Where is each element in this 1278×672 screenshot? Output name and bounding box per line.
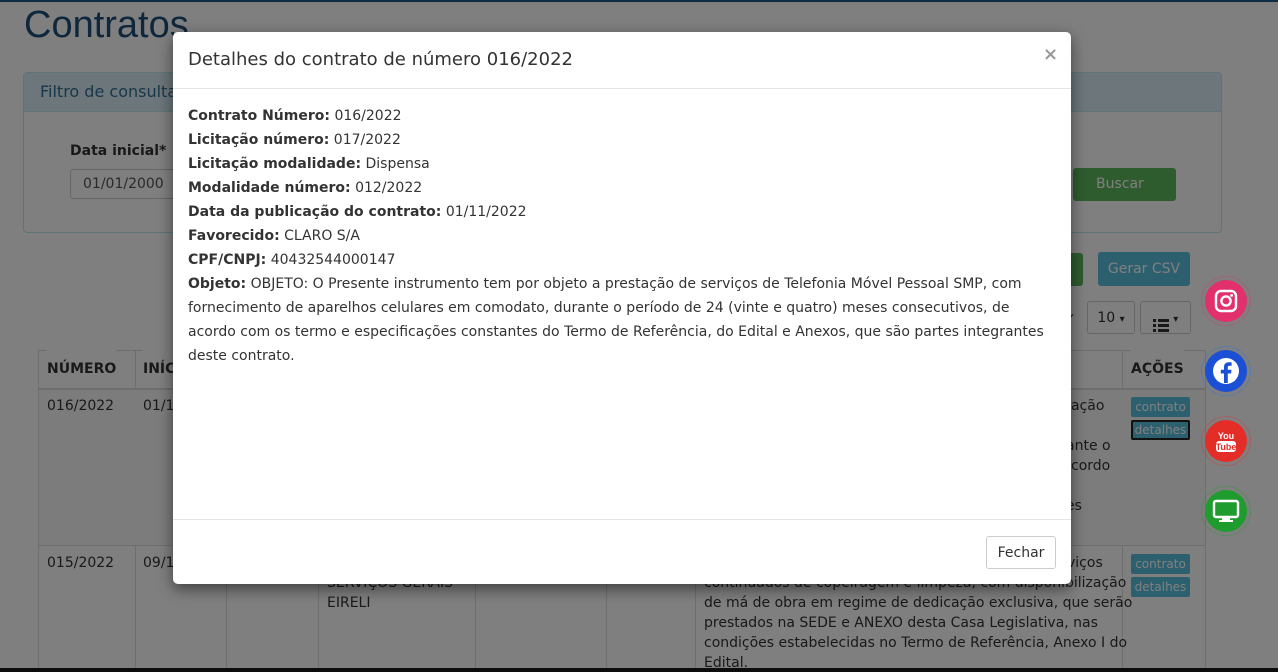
close-button[interactable]: Fechar	[986, 536, 1056, 569]
youtube-icon-text-bottom: Tube	[1216, 442, 1237, 452]
field-label: Data da publicação do contrato:	[188, 204, 442, 220]
instagram-icon[interactable]	[1205, 280, 1247, 322]
field-value: OBJETO: O Presente instrumento tem por o…	[188, 276, 1044, 364]
field-value: 016/2022	[334, 108, 402, 124]
field-label: Modalidade número:	[188, 180, 351, 196]
field-label: Contrato Número:	[188, 108, 330, 124]
field-objeto: Objeto: OBJETO: O Presente instrumento t…	[188, 272, 1058, 368]
tv-icon[interactable]	[1205, 490, 1247, 532]
field-label: Objeto:	[188, 276, 247, 292]
field-value: 01/11/2022	[445, 204, 527, 220]
field-licitacao-modalidade: Licitação modalidade: Dispensa	[188, 152, 430, 176]
youtube-icon[interactable]: You Tube	[1205, 420, 1247, 462]
field-label: CPF/CNPJ:	[188, 252, 267, 268]
youtube-icon-text-top: You	[1218, 431, 1234, 441]
field-label: Favorecido:	[188, 228, 280, 244]
contract-details-modal: Detalhes do contrato de número 016/2022 …	[173, 32, 1071, 584]
field-cpf-cnpj: CPF/CNPJ: 40432544000147	[188, 248, 395, 272]
field-value: 017/2022	[333, 132, 401, 148]
field-licitacao-numero: Licitação número: 017/2022	[188, 128, 401, 152]
field-data-publicacao: Data da publicação do contrato: 01/11/20…	[188, 200, 527, 224]
field-favorecido: Favorecido: CLARO S/A	[188, 224, 360, 248]
field-contrato-numero: Contrato Número: 016/2022	[188, 104, 402, 128]
field-modalidade-numero: Modalidade número: 012/2022	[188, 176, 422, 200]
modal-footer-divider	[173, 519, 1071, 520]
field-value: CLARO S/A	[284, 228, 360, 244]
modal-header-divider	[173, 88, 1071, 89]
field-value: 012/2022	[355, 180, 423, 196]
field-value: 40432544000147	[270, 252, 396, 268]
field-label: Licitação número:	[188, 132, 330, 148]
field-value: Dispensa	[365, 156, 430, 172]
field-label: Licitação modalidade:	[188, 156, 362, 172]
facebook-icon[interactable]	[1205, 350, 1247, 392]
modal-title: Detalhes do contrato de número 016/2022	[188, 49, 573, 70]
close-icon[interactable]: ×	[1043, 44, 1058, 65]
